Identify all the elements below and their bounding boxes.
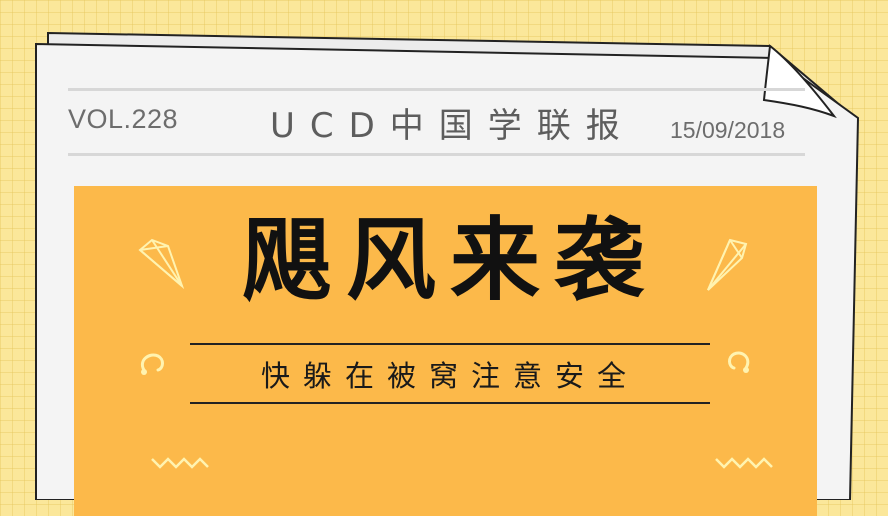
diamond-icon — [707, 238, 748, 291]
subtitle: 快躲在被窝注意安全 — [260, 359, 639, 393]
masthead-title: UCD中国学联报 — [270, 106, 635, 146]
diamond-icon — [138, 238, 185, 290]
subtitle-bottom-rule — [190, 402, 710, 404]
swirl-icon — [141, 353, 164, 375]
swirl-icon — [728, 351, 750, 373]
volume-number: VOL.228 — [68, 104, 179, 134]
header-bottom-rule — [68, 153, 805, 156]
zigzag-icon — [151, 457, 209, 469]
zigzag-icon — [715, 457, 773, 469]
headline: 飓风来袭 — [242, 207, 658, 313]
subtitle-top-rule — [190, 343, 710, 345]
issue-date: 15/09/2018 — [670, 117, 786, 143]
header-top-rule — [68, 88, 805, 91]
